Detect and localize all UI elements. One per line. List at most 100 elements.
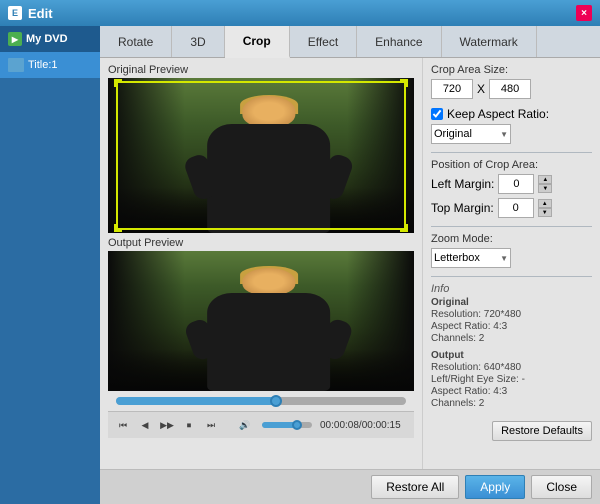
tab-3d[interactable]: 3D	[172, 26, 224, 57]
orig-bg	[108, 78, 414, 233]
output-info-sub: Output	[431, 350, 592, 361]
sidebar-header: ▶ My DVD	[0, 26, 100, 52]
original-resolution: Resolution: 720*480	[431, 309, 592, 320]
crop-handle-br[interactable]	[400, 224, 408, 232]
top-margin-down[interactable]: ▼	[538, 208, 552, 217]
aspect-ratio-value: Original	[434, 128, 472, 140]
top-margin-spinner: ▲ ▼	[538, 199, 552, 217]
output-preview-label: Output Preview	[108, 237, 414, 249]
info-title: Info	[431, 283, 592, 295]
crop-x-label: X	[477, 82, 485, 96]
crop-handle-bl[interactable]	[114, 224, 122, 232]
output-channels: Channels: 2	[431, 398, 592, 409]
original-channels: Channels: 2	[431, 333, 592, 344]
top-margin-up[interactable]: ▲	[538, 199, 552, 208]
crop-width-input[interactable]	[431, 79, 473, 99]
title-bar-left: E Edit	[8, 6, 53, 21]
dvd-icon: ▶	[8, 32, 22, 46]
crop-handle-tr[interactable]	[400, 79, 408, 87]
sidebar-item-title1[interactable]: Title:1	[0, 52, 100, 78]
top-margin-row: Top Margin: ▲ ▼	[431, 198, 592, 218]
original-preview-label: Original Preview	[108, 64, 414, 76]
volume-thumb[interactable]	[292, 420, 302, 430]
seek-bar[interactable]	[116, 397, 406, 405]
skip-back-button[interactable]: ⏮	[114, 416, 132, 434]
sidebar-item-label: Title:1	[28, 59, 58, 71]
top-margin-input[interactable]	[498, 198, 534, 218]
crop-handle-tl[interactable]	[114, 79, 122, 87]
zoom-mode-dropdown[interactable]: Letterbox ▼	[431, 248, 511, 268]
kid-head-orig	[242, 96, 296, 127]
output-resolution: Resolution: 640*480	[431, 362, 592, 373]
divider-2	[431, 226, 592, 227]
original-preview-box	[108, 78, 414, 233]
playback-controls: ⏮ ◀ ▶▶ ⏹ ⏭ 🔊 00:00:08/00:00:15	[108, 411, 414, 438]
output-preview-box	[108, 251, 414, 391]
seek-progress	[116, 397, 276, 405]
seek-bar-container	[108, 395, 414, 407]
tab-enhance[interactable]: Enhance	[357, 26, 441, 57]
volume-bar[interactable]	[262, 422, 312, 428]
left-margin-spinner: ▲ ▼	[538, 175, 552, 193]
kid-head-output	[242, 268, 296, 296]
time-display: 00:00:08/00:00:15	[320, 420, 401, 431]
position-section: Position of Crop Area: Left Margin: ▲ ▼ …	[431, 159, 592, 218]
step-back-button[interactable]: ◀	[136, 416, 154, 434]
left-margin-up[interactable]: ▲	[538, 175, 552, 184]
original-photo	[108, 78, 414, 233]
crop-area-size-label: Crop Area Size:	[431, 64, 592, 76]
keep-aspect-ratio-row: Keep Aspect Ratio:	[431, 107, 592, 121]
zoom-mode-arrow-icon: ▼	[500, 254, 508, 263]
left-margin-row: Left Margin: ▲ ▼	[431, 174, 592, 194]
tab-crop[interactable]: Crop	[225, 26, 290, 58]
window-title: Edit	[28, 6, 53, 21]
zoom-mode-section: Zoom Mode: Letterbox ▼	[431, 233, 592, 268]
kid-figure-orig	[192, 94, 345, 234]
restore-defaults-button[interactable]: Restore Defaults	[492, 421, 592, 441]
kid-figure-output	[192, 265, 345, 391]
apply-button[interactable]: Apply	[465, 475, 525, 499]
kid-body-orig	[207, 124, 329, 233]
zoom-mode-label: Zoom Mode:	[431, 233, 592, 245]
close-window-button[interactable]: ×	[576, 5, 592, 21]
tabs-bar: Rotate 3D Crop Effect Enhance Watermark	[100, 26, 600, 58]
editor-body: Original Preview	[100, 58, 600, 469]
left-margin-down[interactable]: ▼	[538, 184, 552, 193]
close-button[interactable]: Close	[531, 475, 592, 499]
top-margin-label: Top Margin:	[431, 201, 494, 215]
play-button[interactable]: ▶▶	[158, 416, 176, 434]
restore-all-button[interactable]: Restore All	[371, 475, 459, 499]
preview-area: Original Preview	[100, 58, 422, 469]
keep-aspect-ratio-label: Keep Aspect Ratio:	[447, 107, 549, 121]
seek-thumb[interactable]	[270, 395, 282, 407]
volume-icon[interactable]: 🔊	[236, 416, 254, 434]
stop-button[interactable]: ⏹	[180, 416, 198, 434]
right-panel: Crop Area Size: X Keep Aspect Ratio: Ori…	[422, 58, 600, 469]
sidebar-title: My DVD	[26, 33, 68, 45]
content-area: Rotate 3D Crop Effect Enhance Watermark …	[100, 26, 600, 504]
title-bar: E Edit ×	[0, 0, 600, 26]
left-margin-label: Left Margin:	[431, 177, 494, 191]
output-preview-section: Output Preview	[108, 237, 414, 391]
output-photo	[108, 251, 414, 391]
aspect-ratio-section: Keep Aspect Ratio: Original ▼	[431, 107, 592, 144]
tab-watermark[interactable]: Watermark	[442, 26, 537, 57]
divider-1	[431, 152, 592, 153]
output-aspect-ratio: Aspect Ratio: 4:3	[431, 386, 592, 397]
divider-3	[431, 276, 592, 277]
keep-aspect-ratio-checkbox[interactable]	[431, 108, 443, 120]
zoom-mode-value: Letterbox	[434, 252, 480, 264]
aspect-ratio-dropdown[interactable]: Original ▼	[431, 124, 511, 144]
skip-forward-button[interactable]: ⏭	[202, 416, 220, 434]
original-info-sub: Original	[431, 297, 592, 308]
bottom-bar: Restore All Apply Close	[100, 469, 600, 504]
info-section: Info Original Resolution: 720*480 Aspect…	[431, 283, 592, 344]
sidebar: ▶ My DVD Title:1	[0, 26, 100, 504]
left-margin-input[interactable]	[498, 174, 534, 194]
original-aspect-ratio: Aspect Ratio: 4:3	[431, 321, 592, 332]
tab-effect[interactable]: Effect	[290, 26, 357, 57]
app-icon: E	[8, 6, 22, 20]
crop-height-input[interactable]	[489, 79, 531, 99]
output-info-section: Output Resolution: 640*480 Left/Right Ey…	[431, 350, 592, 409]
tab-rotate[interactable]: Rotate	[100, 26, 172, 57]
